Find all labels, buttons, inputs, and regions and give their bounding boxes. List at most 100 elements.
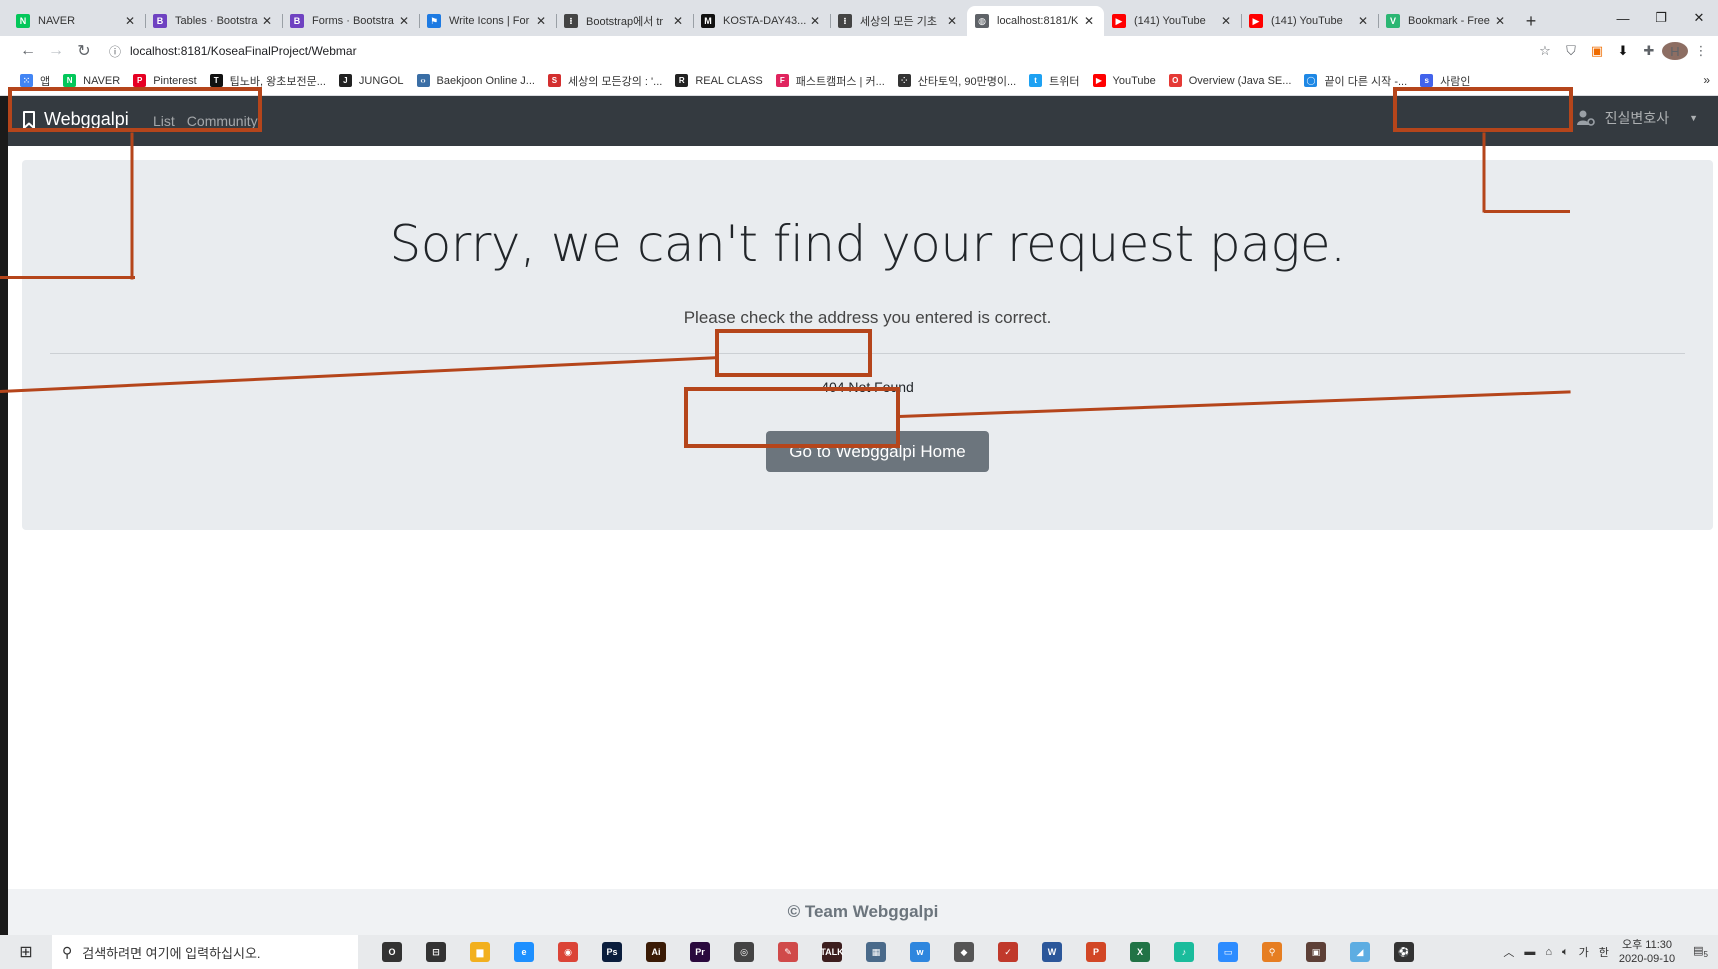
tab-close-icon[interactable]: ✕ [1493, 14, 1507, 28]
taskbar-app-icon[interactable]: O [370, 942, 414, 962]
app-glyph: w [910, 942, 930, 962]
browser-tab[interactable]: V Bookmark - Free ✕ [1378, 6, 1515, 36]
tab-close-icon[interactable]: ✕ [534, 14, 548, 28]
taskbar-app-icon[interactable]: Ai [634, 942, 678, 962]
bookmark-item[interactable]: O Overview (Java SE... [1168, 74, 1291, 87]
bookmark-item[interactable]: ◯ 끝이 다른 시작 -... [1304, 73, 1407, 89]
tab-close-icon[interactable]: ✕ [1219, 14, 1233, 28]
bookmark-item[interactable]: ‹› Baekjoon Online J... [416, 74, 535, 87]
address-bar[interactable]: ⓘ localhost:8181/KoseaFinalProject/Webma… [106, 38, 1532, 64]
app-glyph: P [1086, 942, 1106, 962]
reload-icon[interactable]: ↻ [70, 41, 98, 61]
bookmark-item[interactable]: R REAL CLASS [675, 74, 763, 87]
forward-icon[interactable]: → [42, 42, 70, 60]
orange-extension-icon[interactable]: ▣ [1584, 43, 1610, 59]
restore-icon[interactable]: ❐ [1642, 0, 1680, 36]
browser-tab[interactable]: ◍ localhost:8181/K ✕ [967, 6, 1104, 36]
taskbar-app-icon[interactable]: TALK [810, 942, 854, 962]
taskbar-app-icon[interactable]: ◉ [546, 942, 590, 962]
browser-tab[interactable]: B Tables · Bootstra ✕ [145, 6, 282, 36]
tab-close-icon[interactable]: ✕ [671, 14, 685, 28]
browser-toolbar: ← → ↻ ⓘ localhost:8181/KoseaFinalProject… [0, 36, 1718, 66]
profile-avatar[interactable]: H [1662, 42, 1688, 60]
tab-close-icon[interactable]: ✕ [260, 14, 274, 28]
browser-tab[interactable]: M KOSTA-DAY43... ✕ [693, 6, 830, 36]
taskbar-app-icon[interactable]: ♪ [1162, 942, 1206, 962]
taskbar-app-icon[interactable]: ◆ [942, 942, 986, 962]
browser-tab[interactable]: B Forms · Bootstra ✕ [282, 6, 419, 36]
taskbar-app-icon[interactable]: ▣ [1294, 942, 1338, 962]
bookmark-item[interactable]: ▶ YouTube [1092, 74, 1156, 87]
bookmarks-overflow[interactable]: » [1703, 73, 1710, 87]
taskbar-app-icon[interactable]: W [1030, 942, 1074, 962]
tray-device-icon[interactable]: ▬ [1524, 946, 1535, 958]
tab-close-icon[interactable]: ✕ [397, 14, 411, 28]
tab-favicon-icon: ⚑ [427, 14, 441, 28]
taskbar-app-icon[interactable]: X [1118, 942, 1162, 962]
bookmark-label: 패스트캠퍼스 | 커... [795, 75, 885, 88]
taskbar-app-icon[interactable]: w [898, 942, 942, 962]
shield-extension-icon[interactable]: ⛉ [1558, 43, 1584, 59]
bookmark-star-icon[interactable]: ☆ [1532, 43, 1558, 59]
bookmark-item[interactable]: J JUNGOL [338, 74, 404, 87]
back-icon[interactable]: ← [14, 42, 42, 60]
windows-start-icon[interactable]: ⊞ [0, 942, 52, 962]
bookmark-item[interactable]: S 세상의 모든강의 : '... [547, 73, 662, 89]
browser-tab[interactable]: ⁝ 세상의 모든 기초 ✕ [830, 6, 967, 36]
bookmark-item[interactable]: F 패스트캠퍼스 | 커... [775, 73, 885, 89]
user-dropdown[interactable]: 진실변호사 ▼ [1576, 108, 1718, 128]
browser-tab[interactable]: ▶ (141) YouTube ✕ [1104, 6, 1241, 36]
app-glyph: Pr [690, 942, 710, 962]
taskbar-app-icon[interactable]: e [502, 942, 546, 962]
taskbar-app-icon[interactable]: ✎ [766, 942, 810, 962]
bookmark-item[interactable]: P Pinterest [133, 74, 197, 87]
new-tab-button[interactable]: + [1515, 6, 1547, 36]
tab-close-icon[interactable]: ✕ [1082, 14, 1096, 28]
puzzle-icon[interactable]: ✚ [1636, 43, 1662, 59]
taskbar-app-icon[interactable]: ▦ [854, 942, 898, 962]
tab-close-icon[interactable]: ✕ [123, 14, 137, 28]
download-extension-icon[interactable]: ⬇ [1610, 43, 1636, 59]
bookmark-item[interactable]: ⁘ 산타토익, 90만명이... [897, 73, 1016, 89]
browser-tab[interactable]: ⚑ Write Icons | For ✕ [419, 6, 556, 36]
tab-close-icon[interactable]: ✕ [808, 14, 822, 28]
taskbar-app-icon[interactable]: P [1074, 942, 1118, 962]
clock-date: 2020-09-10 [1618, 953, 1676, 965]
browser-tab[interactable]: ▶ (141) YouTube ✕ [1241, 6, 1378, 36]
bookmark-item[interactable]: t 트위터 [1029, 73, 1080, 89]
taskbar-app-icon[interactable]: ◢ [1338, 942, 1382, 962]
taskbar-search[interactable]: ⚲ 검색하려면 여기에 입력하십시오. [52, 935, 358, 969]
browser-tab[interactable]: ⁝ Bootstrap에서 tr ✕ [556, 6, 693, 36]
taskbar-app-icon[interactable]: ⚽ [1382, 942, 1426, 962]
clock[interactable]: 오후 11:30 2020-09-10 [1619, 938, 1675, 966]
bookmark-favicon-icon: J [338, 74, 352, 87]
notification-icon[interactable]: ▤5 [1693, 944, 1708, 959]
tab-close-icon[interactable]: ✕ [945, 14, 959, 28]
tab-close-icon[interactable]: ✕ [1356, 14, 1370, 28]
caret-down-icon: ▼ [1689, 113, 1698, 123]
app-glyph: e [514, 942, 534, 962]
taskbar-app-icon[interactable]: ▭ [1206, 942, 1250, 962]
taskbar-app-icon[interactable]: Ps [590, 942, 634, 962]
bookmark-label: JUNGOL [358, 74, 404, 87]
bookmark-item[interactable]: N NAVER [63, 74, 120, 87]
ime-mode-indicator[interactable]: 한 [1599, 944, 1609, 960]
taskbar-app-icon[interactable]: ⊟ [414, 942, 458, 962]
kebab-menu-icon[interactable]: ⋮ [1688, 43, 1714, 59]
minimize-icon[interactable]: — [1604, 0, 1642, 36]
volume-icon[interactable]: 🔈︎ [1562, 946, 1569, 959]
taskbar-app-icon[interactable]: ⚲ [1250, 942, 1294, 962]
bookmark-favicon-icon: t [1029, 74, 1043, 87]
taskbar-app-icon[interactable]: ▆ [458, 942, 502, 962]
ime-indicator[interactable]: 가 [1579, 944, 1589, 960]
browser-tab[interactable]: N NAVER ✕ [8, 6, 145, 36]
taskbar-app-icon[interactable]: ✓ [986, 942, 1030, 962]
close-icon[interactable]: ✕ [1680, 0, 1718, 36]
tray-expand-icon[interactable]: ︿ [1503, 944, 1514, 960]
site-info-icon[interactable]: ⓘ [106, 42, 124, 60]
notification-count: 5 [1703, 950, 1708, 960]
taskbar-app-icon[interactable]: ◎ [722, 942, 766, 962]
bookmark-favicon-icon: ⁘ [897, 74, 911, 87]
taskbar-app-icon[interactable]: Pr [678, 942, 722, 962]
network-icon[interactable]: ⌂ [1545, 946, 1552, 958]
